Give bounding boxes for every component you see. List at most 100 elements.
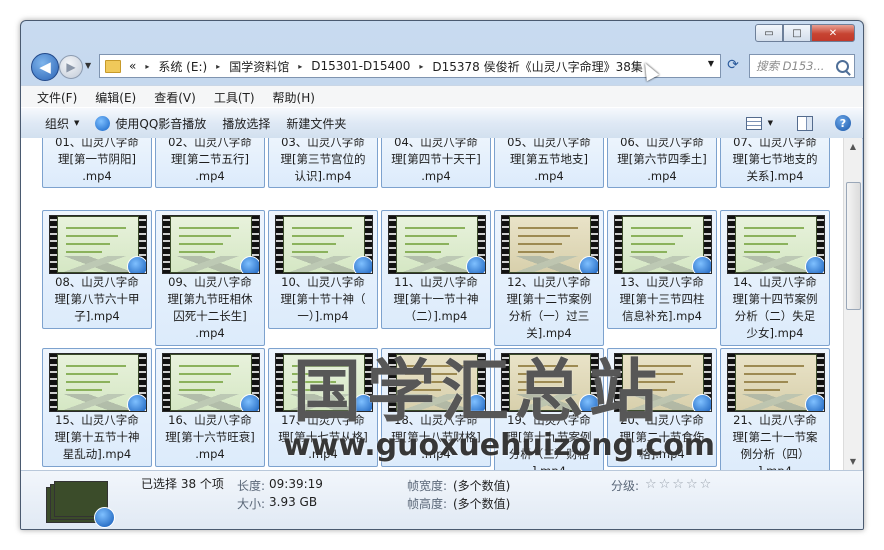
scroll-up-icon[interactable]: ▲	[844, 138, 862, 155]
file-name-line: 03、山灵八字命	[281, 138, 365, 149]
length-value: 09:39:19	[269, 477, 323, 491]
slide-text-line	[179, 389, 215, 391]
file-list[interactable]: 01、山灵八字命 理[第一节阴阳] .mp4 02、山灵八字命 理[第二节五行] .mp4…	[21, 138, 843, 470]
selection-count: 已选择 38 个项	[141, 477, 224, 491]
breadcrumb-separator[interactable]: ▸	[145, 62, 149, 71]
file-name-line: 一）].mp4	[297, 309, 349, 323]
video-thumbnail	[162, 353, 260, 412]
vertical-scrollbar[interactable]: ▲ ▼	[843, 138, 862, 470]
slide-text-line	[518, 227, 578, 229]
film-strip	[389, 216, 396, 273]
video-thumbnail	[49, 353, 147, 412]
minimize-button[interactable]: ▭	[755, 24, 783, 42]
scroll-down-icon[interactable]: ▼	[844, 453, 862, 470]
preview-pane-icon[interactable]	[797, 115, 813, 131]
menu-help[interactable]: 帮助(H)	[264, 89, 324, 106]
views-icon[interactable]	[745, 116, 762, 130]
organize-button[interactable]: 组织 ▼	[45, 115, 79, 132]
file-name-line: 理[第六节四季土]	[617, 152, 707, 166]
file-item[interactable]: 02、山灵八字命 理[第二节五行] .mp4	[155, 138, 265, 188]
slide-text-line	[631, 235, 683, 237]
close-button[interactable]: ✕	[811, 24, 855, 42]
file-item[interactable]: 11、山灵八字命 理[第十一节十神 （二）].mp4	[381, 210, 491, 329]
address-bar[interactable]: « ▸ 系统 (E:) ▸ 国学资料馆 ▸ D15301-D15400 ▸ D1…	[99, 54, 721, 78]
slide-preview	[58, 217, 138, 272]
forward-arrow-icon[interactable]: ▶	[59, 55, 83, 79]
file-item[interactable]: 03、山灵八字命 理[第三节宫位的 认识].mp4	[268, 138, 378, 188]
file-item[interactable]: 05、山灵八字命 理[第五节地支] .mp4	[494, 138, 604, 188]
menu-view[interactable]: 查看(V)	[145, 89, 205, 106]
video-thumbnail	[614, 215, 712, 274]
breadcrumb-folder-current[interactable]: D15378 侯俊祈《山灵八字命理》38集	[432, 58, 643, 75]
file-item[interactable]: 08、山灵八字命 理[第八节六十甲 子].mp4	[42, 210, 152, 329]
maximize-button[interactable]: □	[783, 24, 811, 42]
file-name: 05、山灵八字命 理[第五节地支] .mp4	[495, 138, 603, 185]
scrollbar-thumb[interactable]	[846, 182, 861, 310]
back-arrow-icon[interactable]: ◀	[31, 53, 59, 81]
rating-stars[interactable]: ☆☆☆☆☆	[645, 477, 713, 492]
file-item[interactable]: 15、山灵八字命 理[第十五节十神 星乱动].mp4	[42, 348, 152, 467]
file-name-line: 08、山灵八字命	[55, 275, 139, 289]
slide-text-line	[518, 243, 562, 245]
slide-text-line	[631, 243, 675, 245]
slide-text-line	[66, 389, 102, 391]
file-name: 01、山灵八字命 理[第一节阴阳] .mp4	[43, 138, 151, 185]
file-item[interactable]: 06、山灵八字命 理[第六节四季土] .mp4	[607, 138, 717, 188]
play-selection-button[interactable]: 播放选择	[222, 115, 270, 132]
breadcrumb-folder-guoxue[interactable]: 国学资料馆	[229, 58, 289, 75]
file-name-line: .mp4	[534, 169, 564, 183]
film-strip	[163, 354, 170, 411]
slide-landscape	[397, 256, 477, 272]
menu-edit[interactable]: 编辑(E)	[86, 89, 145, 106]
menu-tools[interactable]: 工具(T)	[205, 89, 264, 106]
file-item[interactable]: 13、山灵八字命 理[第十三节四柱 信息补充].mp4	[607, 210, 717, 329]
slide-text-line	[631, 251, 667, 253]
slide-preview	[171, 217, 251, 272]
new-folder-button[interactable]: 新建文件夹	[286, 115, 346, 132]
breadcrumb-drive[interactable]: 系统 (E:)	[158, 58, 207, 75]
size-value: 3.93 GB	[269, 495, 318, 509]
command-bar-right: ▼ ?	[745, 108, 863, 138]
slide-text-line	[66, 235, 118, 237]
file-item[interactable]: 01、山灵八字命 理[第一节阴阳] .mp4	[42, 138, 152, 188]
slide-landscape	[736, 394, 816, 410]
file-name-line: 04、山灵八字命	[394, 138, 478, 149]
file-name-line: 少女].mp4	[746, 326, 804, 340]
file-item[interactable]: 14、山灵八字命 理[第十四节案例 分析（二）失足 少女].mp4	[720, 210, 830, 346]
play-with-qq-button[interactable]: 使用QQ影音播放	[95, 115, 206, 132]
qq-player-icon	[466, 256, 485, 273]
file-name-line: ].mp4	[495, 463, 603, 470]
breadcrumb-folder-range[interactable]: D15301-D15400	[311, 59, 410, 73]
search-input[interactable]: 搜索 D153...	[749, 54, 855, 78]
breadcrumb-overflow[interactable]: «	[129, 59, 136, 73]
help-icon[interactable]: ?	[835, 115, 851, 131]
file-name-line: 认识].mp4	[294, 169, 352, 183]
file-item[interactable]: 12、山灵八字命 理[第十二节案例 分析（一）过三 关].mp4	[494, 210, 604, 346]
file-item[interactable]: 09、山灵八字命 理[第九节旺相休 囚死十二长生] .mp4	[155, 210, 265, 346]
file-name-line: 分析（一）过三	[508, 309, 590, 323]
views-dropdown-icon[interactable]: ▼	[768, 119, 773, 127]
file-name-line: 理[第三节宫位的	[280, 152, 366, 166]
menu-file[interactable]: 文件(F)	[21, 89, 86, 106]
breadcrumb-separator[interactable]: ▸	[216, 62, 220, 71]
breadcrumb-separator[interactable]: ▸	[419, 62, 423, 71]
file-item[interactable]: 07、山灵八字命 理[第七节地支的 关系].mp4	[720, 138, 830, 188]
film-strip	[502, 216, 509, 273]
address-dropdown-icon[interactable]: ▼	[708, 59, 714, 68]
folder-icon	[105, 59, 121, 73]
file-item[interactable]: 04、山灵八字命 理[第四节十天干] .mp4	[381, 138, 491, 188]
recent-pages-dropdown-icon[interactable]: ▼	[85, 61, 91, 70]
file-item[interactable]: 10、山灵八字命 理[第十节十神（ 一）].mp4	[268, 210, 378, 329]
file-name-line: 21、山灵八字命	[733, 413, 817, 427]
breadcrumb-separator[interactable]: ▸	[298, 62, 302, 71]
refresh-icon[interactable]: ⟳	[723, 55, 743, 75]
slide-text-line	[405, 251, 441, 253]
file-item[interactable]: 21、山灵八字命理[第二十一节案例分析（四）].mp4	[720, 348, 830, 470]
file-item[interactable]: 16、山灵八字命 理[第十六节旺衰] .mp4	[155, 348, 265, 467]
search-icon[interactable]	[836, 59, 849, 73]
file-name: 07、山灵八字命 理[第七节地支的 关系].mp4	[721, 138, 829, 185]
file-name-line: 11、山灵八字命	[394, 275, 478, 289]
file-name-line: 分析（二）失足	[734, 309, 816, 323]
slide-text-line	[405, 227, 465, 229]
qq-player-icon	[127, 256, 146, 273]
